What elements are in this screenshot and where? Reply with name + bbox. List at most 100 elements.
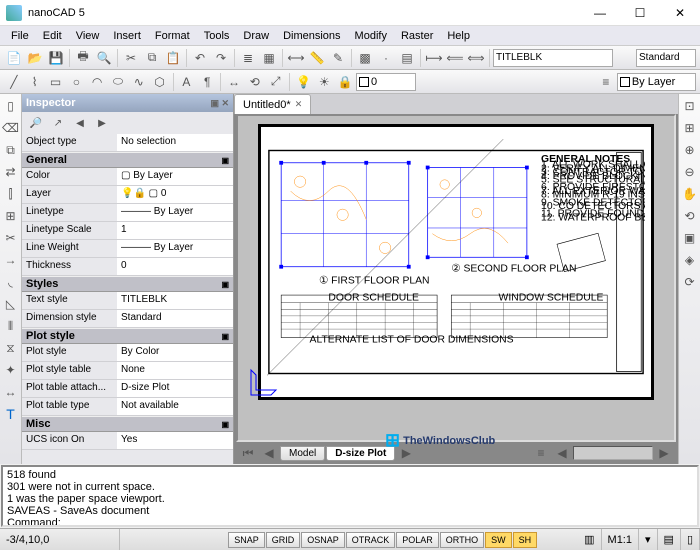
prop-val[interactable]: ▢ By Layer [117,168,233,185]
status-otrack[interactable]: OTRACK [346,532,396,548]
copy2-icon[interactable]: ⧉ [1,140,21,160]
align-button[interactable]: ⟸ [445,48,465,68]
menu-modify[interactable]: Modify [348,28,394,44]
menu-draw[interactable]: Draw [236,28,276,44]
scroll-right-icon[interactable]: ▶ [654,443,674,463]
style-button[interactable]: ✎ [328,48,348,68]
print-button[interactable]: 🖶 [73,48,93,68]
point-button[interactable]: · [376,48,396,68]
insp-next-icon[interactable]: ▶ [92,113,112,133]
arc-icon[interactable]: ◠ [87,72,107,92]
mtext-icon[interactable]: ¶ [197,72,217,92]
tab-untitled[interactable]: Untitled0* ✕ [234,94,311,114]
close-button[interactable]: ✕ [660,0,700,26]
drawing-canvas[interactable]: ① FIRST FLOOR PLAN ② SECOND FLOOR PLAN [236,114,676,442]
move-icon[interactable]: ↔ [224,72,244,92]
tab-model[interactable]: Model [280,446,325,461]
sun-icon[interactable]: ☀ [314,72,334,92]
command-window[interactable]: 518 found 301 were not in current space.… [1,465,699,527]
tab-menu-icon[interactable]: ≡ [531,443,551,463]
tab-first-icon[interactable]: ⏮ [238,443,258,463]
spacing-button[interactable]: ⟺ [466,48,486,68]
scale-readout[interactable]: M1:1 [602,529,639,550]
status-polar[interactable]: POLAR [396,532,439,548]
text2-icon[interactable]: T [1,404,21,424]
menu-help[interactable]: Help [440,28,477,44]
stretch-icon[interactable]: ↔ [1,382,21,402]
offset-icon[interactable]: ⫿ [1,184,21,204]
prop-val[interactable]: TITLEBLK [117,292,233,309]
status-ortho[interactable]: ORTHO [440,532,484,548]
prop-val[interactable]: 1 [117,222,233,239]
redo-button[interactable]: ↷ [211,48,231,68]
trim-icon[interactable]: ✂ [1,228,21,248]
scale-icon[interactable]: ⤢ [266,72,286,92]
dim-button[interactable]: ⟷ [286,48,306,68]
layer-props-icon[interactable]: ≡ [596,72,616,92]
table-button[interactable]: ▤ [397,48,417,68]
hscrollbar[interactable] [573,446,653,460]
status-sw[interactable]: SW [485,532,512,548]
menu-view[interactable]: View [69,28,107,44]
section-header[interactable]: Styles▣ [22,276,233,292]
menu-format[interactable]: Format [148,28,197,44]
copy-button[interactable]: ⧉ [142,48,162,68]
prop-val[interactable]: 0 [117,258,233,275]
mirror-icon[interactable]: ⇄ [1,162,21,182]
zoom-out-icon[interactable]: ⊖ [680,162,700,182]
zoom-in-icon[interactable]: ⊕ [680,140,700,160]
maximize-button[interactable]: ☐ [620,0,660,26]
block-button[interactable]: ▦ [259,48,279,68]
annoscale-icon[interactable]: ▯ [681,529,700,550]
rect-icon[interactable]: ▭ [46,72,66,92]
inspector-close-icon[interactable]: ▣ ✕ [210,98,229,109]
section-header[interactable]: General▣ [22,152,233,168]
minimize-button[interactable]: — [580,0,620,26]
scroll-left-icon[interactable]: ◀ [552,443,572,463]
insp-filter-icon[interactable]: 🔎 [26,113,46,133]
lock-icon[interactable]: 🔒 [335,72,355,92]
tab-prev-icon[interactable]: ◀ [259,443,279,463]
hatch-button[interactable]: ▩ [355,48,375,68]
prop-val[interactable]: Yes [117,432,233,449]
save-button[interactable]: 💾 [46,48,66,68]
ellipse-icon[interactable]: ⬭ [108,72,128,92]
menu-edit[interactable]: Edit [36,28,69,44]
break-icon[interactable]: ⦀ [1,316,21,336]
layer-combo[interactable]: By Layer [617,73,696,91]
prop-val[interactable]: Standard [117,310,233,327]
status-grid[interactable]: GRID [266,532,301,548]
open-button[interactable]: 📂 [25,48,45,68]
undo-button[interactable]: ↶ [190,48,210,68]
prop-val[interactable]: Not available [117,398,233,415]
new-button[interactable]: 📄 [4,48,24,68]
prop-val[interactable]: 💡🔒 ▢ 0 [117,186,233,203]
text-icon[interactable]: A [176,72,196,92]
dist-button[interactable]: ⟼ [424,48,444,68]
fillet-icon[interactable]: ◟ [1,272,21,292]
insp-pick-icon[interactable]: ↗ [48,113,68,133]
cut-button[interactable]: ✂ [121,48,141,68]
prop-val[interactable]: By Color [117,344,233,361]
preview-button[interactable]: 🔍 [94,48,114,68]
layer-button[interactable]: ≣ [238,48,258,68]
view-top-icon[interactable]: ▣ [680,228,700,248]
section-header[interactable]: Misc▣ [22,416,233,432]
prop-val[interactable]: ——— By Layer [117,240,233,257]
view-iso-icon[interactable]: ◈ [680,250,700,270]
chamfer-icon[interactable]: ◺ [1,294,21,314]
insp-prev-icon[interactable]: ◀ [70,113,90,133]
measure-button[interactable]: 📏 [307,48,327,68]
explode-icon[interactable]: ✦ [1,360,21,380]
standard-combo[interactable]: Standard [636,49,696,67]
array-icon[interactable]: ⊞ [1,206,21,226]
menu-raster[interactable]: Raster [394,28,440,44]
rotate-icon[interactable]: ⟲ [245,72,265,92]
status-snap[interactable]: SNAP [228,532,265,548]
prop-val[interactable]: No selection [117,134,233,151]
menu-dimensions[interactable]: Dimensions [276,28,347,44]
layer-name-combo[interactable]: 0 [356,73,416,91]
orbit-icon[interactable]: ⟲ [680,206,700,226]
circle-icon[interactable]: ○ [66,72,86,92]
tab-close-icon[interactable]: ✕ [295,99,303,110]
